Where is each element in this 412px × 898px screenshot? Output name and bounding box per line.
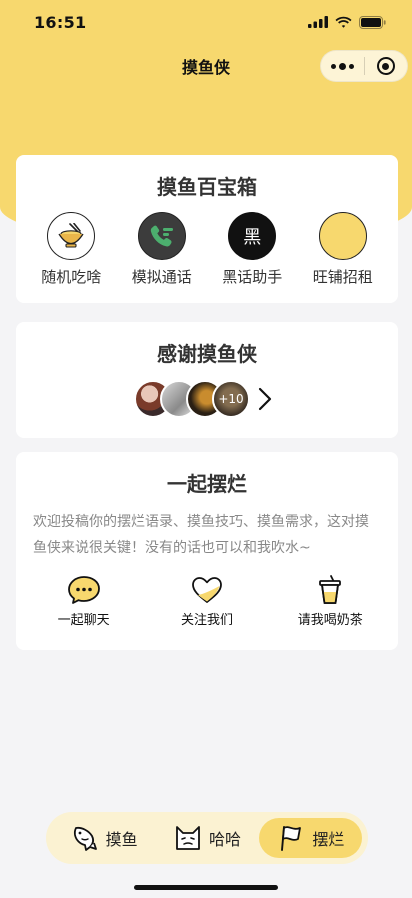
battery-icon [359,15,386,29]
signal-icon [308,16,328,28]
more-button[interactable] [321,51,364,81]
chat-button[interactable]: 一起聊天 [29,575,139,628]
milk-tea-icon [319,575,342,604]
tab-haha[interactable]: 哈哈 [155,818,258,858]
action-label: 请我喝奶茶 [297,613,363,628]
together-description: 欢迎投稿你的摆烂语录、摸鱼技巧、摸鱼需求，这对摸鱼侠来说很关键！没有的话也可以和… [33,514,369,556]
action-label: 关注我们 [180,613,233,628]
more-dots-icon [330,62,354,70]
bottom-tab-bar: 摸鱼 哈哈 摆烂 [46,812,368,864]
phone-call-icon [137,212,186,260]
tab-bailan[interactable]: 摆烂 [258,818,362,858]
tab-label: 哈哈 [208,830,241,849]
status-time: 16:51 [34,12,87,32]
target-close-icon [376,57,395,75]
tool-label: 黑话助手 [222,268,283,286]
fish-icon [73,826,97,851]
together-card: 一起摆烂 欢迎投稿你的摆烂语录、摸鱼技巧、摸鱼需求，这对摸鱼侠来说很关键！没有的… [16,452,398,650]
contributor-avatars[interactable]: +10 [134,380,272,418]
rice-bowl-icon [47,212,96,260]
empty-circle-icon [318,212,367,260]
wifi-icon [335,16,352,28]
avatar: +10 [212,380,250,418]
toolbox-title: 摸鱼百宝箱 [157,175,257,199]
chevron-right-icon[interactable] [258,387,272,411]
close-app-button[interactable] [365,51,408,81]
together-title: 一起摆烂 [167,472,247,496]
heart-icon [192,577,222,603]
tool-for-rent[interactable]: 旺铺招租 [303,212,383,287]
tab-label: 摸鱼 [105,830,138,849]
cat-face-icon [176,826,200,850]
thanks-title: 感谢摸鱼侠 [157,342,257,366]
tool-label: 随机吃啥 [41,268,102,286]
toolbox-items: 随机吃啥 模拟通话 黑 黑话助手 旺铺招租 [16,212,398,287]
tool-slang-helper[interactable]: 黑 黑话助手 [212,212,292,287]
more-contributors-count: +10 [214,382,248,416]
tab-label: 摆烂 [312,830,345,849]
chat-bubble-icon [67,576,100,604]
flag-icon [281,826,302,851]
tool-random-food[interactable]: 随机吃啥 [31,212,111,287]
follow-button[interactable]: 关注我们 [152,575,262,628]
tool-label: 旺铺招租 [312,268,373,286]
thanks-card: 感谢摸鱼侠 +10 [16,322,398,438]
action-label: 一起聊天 [57,613,110,628]
tool-label: 模拟通话 [131,268,192,286]
slang-glyph: 黑 [243,227,262,248]
mini-program-capsule [320,50,408,82]
together-actions: 一起聊天 关注我们 请我喝奶茶 [16,575,398,628]
status-icons [308,15,386,29]
status-bar: 16:51 [0,0,412,44]
tab-moyu[interactable]: 摸鱼 [52,818,155,858]
toolbox-card: 摸鱼百宝箱 随机吃啥 模拟通话 黑 黑话助手 旺铺招租 [16,155,398,303]
tool-fake-call[interactable]: 模拟通话 [122,212,202,287]
milk-tea-button[interactable]: 请我喝奶茶 [275,575,385,628]
slang-icon: 黑 [228,212,277,260]
home-indicator [134,885,278,890]
